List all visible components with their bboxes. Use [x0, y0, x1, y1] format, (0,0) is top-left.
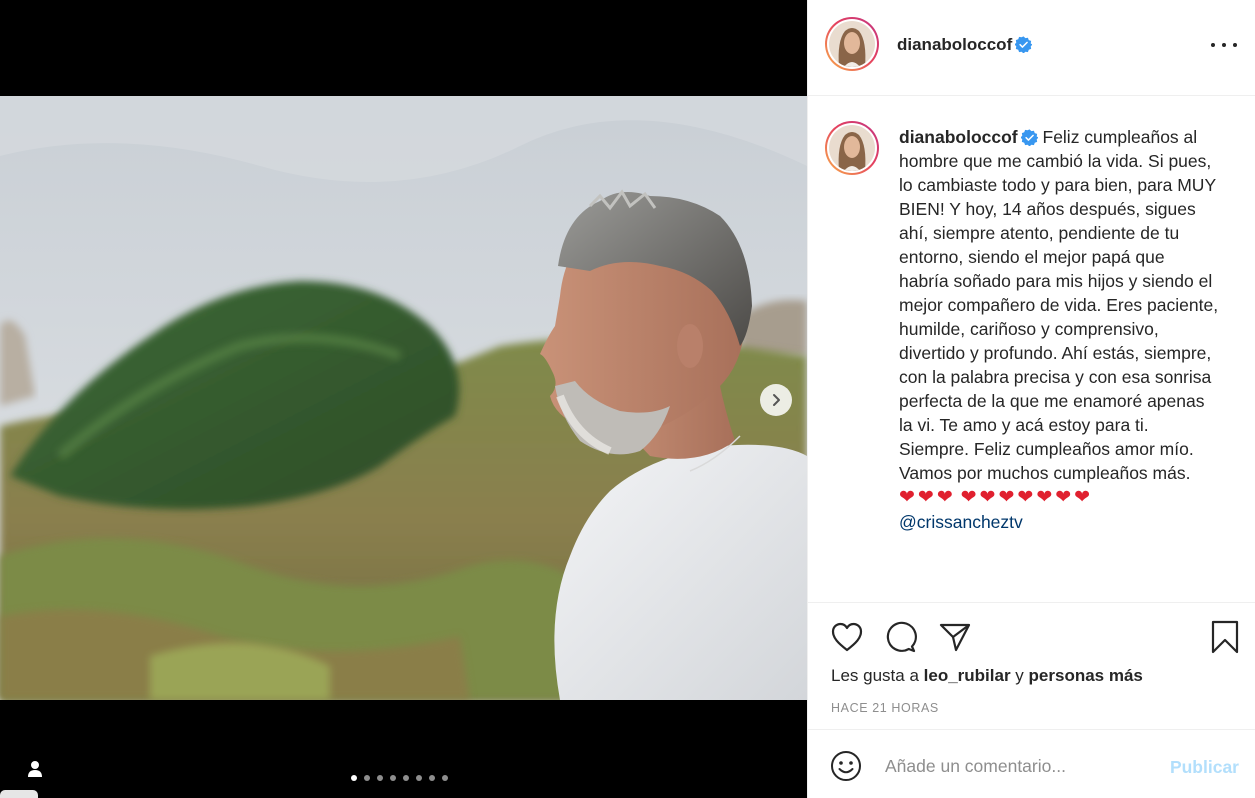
user-tag-icon: [28, 761, 42, 777]
publish-button[interactable]: Publicar: [1170, 757, 1239, 778]
caption-section: dianaboloccof Feliz cumpleaños al hombre…: [808, 97, 1255, 603]
carousel-indicator: [351, 775, 448, 781]
carousel-dot: [377, 775, 383, 781]
carousel-next-button[interactable]: [760, 384, 792, 416]
avatar-image: [829, 21, 875, 67]
caption-text: Feliz cumpleaños al hombre que me cambió…: [899, 127, 1219, 483]
post-header: dianaboloccof: [808, 0, 1255, 96]
like-button[interactable]: [829, 619, 865, 655]
verified-badge-icon: [1020, 129, 1038, 146]
carousel-dot: [390, 775, 396, 781]
comment-icon: [886, 621, 917, 653]
emoji-button[interactable]: [830, 750, 862, 782]
caption-avatar[interactable]: [825, 121, 879, 175]
heart-emojis: ❤❤❤❤❤❤❤: [960, 487, 1094, 508]
post-details-pane: dianaboloccof dianaboloccof Feliz cumple…: [807, 0, 1255, 798]
likes-prefix: Les gusta a: [831, 666, 919, 685]
liker-username[interactable]: leo_rubilar: [924, 666, 1011, 685]
carousel-dot: [364, 775, 370, 781]
likes-others-link[interactable]: personas más: [1029, 666, 1143, 685]
more-options-icon: [1211, 43, 1215, 47]
corner-chip: [0, 790, 38, 798]
username-text[interactable]: dianaboloccof: [897, 35, 1012, 54]
emoji-icon: [831, 751, 861, 781]
comment-form: Publicar: [808, 731, 1255, 798]
chevron-right-icon: [773, 394, 780, 406]
more-options-button[interactable]: [1211, 38, 1237, 52]
comment-input[interactable]: [885, 753, 1145, 779]
carousel-dot: [429, 775, 435, 781]
likes-connector: y: [1015, 666, 1024, 685]
post-author-username[interactable]: dianaboloccof: [897, 35, 1033, 55]
save-button[interactable]: [1207, 619, 1243, 655]
comment-button[interactable]: [883, 619, 919, 655]
heart-icon: [831, 622, 863, 652]
caption-username[interactable]: dianaboloccof: [899, 127, 1018, 147]
carousel-dot: [442, 775, 448, 781]
post-actions: Les gusta a leo_rubilar y personas más H…: [808, 604, 1255, 730]
carousel-dot: [403, 775, 409, 781]
likes-summary: Les gusta a leo_rubilar y personas más: [831, 666, 1143, 686]
post-photo[interactable]: [0, 96, 807, 700]
heart-emojis: ❤❤❤: [899, 487, 956, 508]
carousel-dot: [416, 775, 422, 781]
mention-link[interactable]: @crissancheztv: [899, 510, 1219, 534]
user-tags-button[interactable]: [22, 756, 48, 782]
bookmark-icon: [1211, 620, 1239, 654]
avatar[interactable]: [825, 17, 879, 71]
share-icon: [939, 623, 971, 652]
media-pane: [0, 0, 807, 798]
share-button[interactable]: [937, 619, 973, 655]
avatar-image: [829, 125, 875, 171]
post-timestamp[interactable]: HACE 21 HORAS: [831, 701, 939, 715]
post-caption: dianaboloccof Feliz cumpleaños al hombre…: [899, 125, 1219, 534]
verified-badge-icon: [1015, 36, 1033, 53]
carousel-dot: [351, 775, 357, 781]
